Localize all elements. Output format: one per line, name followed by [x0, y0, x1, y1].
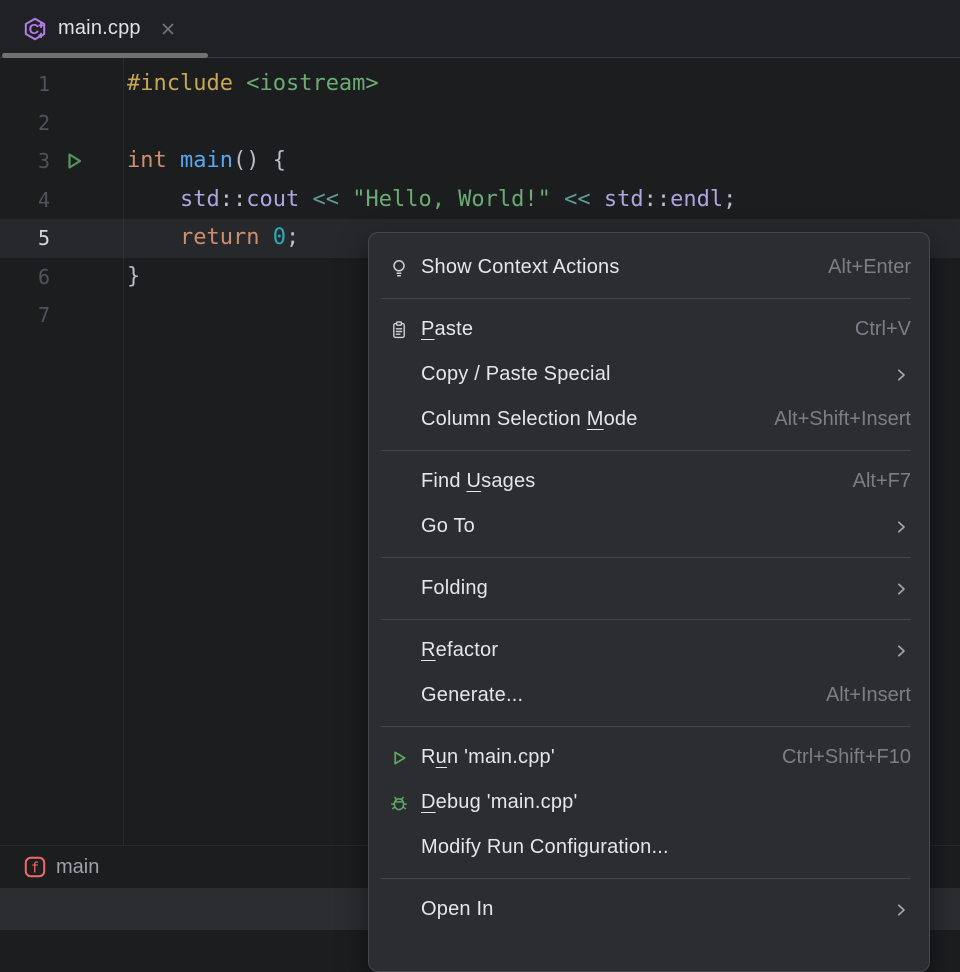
menu-icon-slot	[389, 900, 411, 920]
line-number: 4	[0, 188, 50, 212]
menu-icon-slot	[389, 365, 411, 385]
menu-item-refactor[interactable]: Refactor	[369, 628, 929, 673]
gutter-slot	[50, 149, 123, 173]
menu-item-label: Generate...	[421, 684, 523, 707]
menu-icon-slot	[389, 410, 411, 430]
editor-line-3[interactable]: 3 int main() {	[0, 142, 960, 181]
svg-text:C: C	[29, 22, 40, 38]
menu-shortcut: Ctrl+Shift+F10	[782, 746, 911, 769]
menu-icon-slot	[389, 641, 411, 661]
menu-item-label: Run 'main.cpp'	[421, 746, 555, 769]
menu-shortcut: Alt+Shift+Insert	[774, 408, 911, 431]
menu-icon-slot	[389, 517, 411, 537]
menu-separator	[381, 298, 911, 299]
menu-shortcut: Alt+F7	[853, 470, 911, 493]
run-icon	[389, 748, 411, 768]
menu-icon-slot	[389, 686, 411, 706]
menu-item-label: Find Usages	[421, 470, 536, 493]
menu-shortcut: Alt+Insert	[826, 684, 911, 707]
menu-item-folding[interactable]: Folding	[369, 566, 929, 611]
line-number: 7	[0, 303, 50, 327]
close-icon[interactable]	[159, 20, 177, 38]
code-text: }	[123, 258, 140, 297]
menu-item-column-selection-mode[interactable]: Column Selection Mode Alt+Shift+Insert	[369, 397, 929, 442]
menu-separator	[381, 557, 911, 558]
menu-item-modify-run-configuration[interactable]: Modify Run Configuration...	[369, 825, 929, 870]
menu-item-label: Refactor	[421, 639, 498, 662]
line-number: 6	[0, 265, 50, 289]
line-number: 2	[0, 111, 50, 135]
menu-shortcut: Ctrl+V	[855, 318, 911, 341]
chevron-right-icon	[891, 579, 911, 599]
menu-icon-slot	[389, 579, 411, 599]
menu-item-paste[interactable]: Paste Ctrl+V	[369, 307, 929, 352]
lightbulb-icon	[389, 258, 411, 278]
menu-item-copy-paste-special[interactable]: Copy / Paste Special	[369, 352, 929, 397]
menu-item-label: Go To	[421, 515, 475, 538]
menu-item-label: Show Context Actions	[421, 256, 620, 279]
line-number: 5	[0, 226, 50, 250]
line-number: 1	[0, 72, 50, 96]
chevron-right-icon	[891, 900, 911, 920]
line-number: 3	[0, 149, 50, 173]
context-menu: Show Context Actions Alt+Enter Paste Ctrl+V…	[368, 232, 930, 972]
menu-separator	[381, 726, 911, 727]
run-gutter-icon[interactable]	[62, 149, 86, 173]
clipboard-icon	[389, 320, 411, 340]
menu-item-open-in[interactable]: Open In	[369, 887, 929, 932]
menu-item-label: Folding	[421, 577, 488, 600]
menu-separator	[381, 450, 911, 451]
debug-icon	[389, 793, 411, 813]
tab-bar: C main.cpp	[0, 0, 960, 58]
chevron-right-icon	[891, 641, 911, 661]
menu-separator	[381, 878, 911, 879]
menu-shortcut: Alt+Enter	[828, 256, 911, 279]
menu-item-label: Debug 'main.cpp'	[421, 791, 578, 814]
editor-line-4[interactable]: 4 std::cout << "Hello, World!" << std::e…	[0, 181, 960, 220]
code-text: int main() {	[123, 142, 286, 181]
menu-item-show-context-actions[interactable]: Show Context Actions Alt+Enter	[369, 245, 929, 290]
menu-item-find-usages[interactable]: Find Usages Alt+F7	[369, 459, 929, 504]
code-text: std::cout << "Hello, World!" << std::end…	[123, 181, 736, 220]
cpp-file-icon: C	[22, 16, 48, 42]
menu-icon-slot	[389, 838, 411, 858]
menu-item-debug-main-cpp[interactable]: Debug 'main.cpp'	[369, 780, 929, 825]
editor-line-1[interactable]: 1 #include <iostream>	[0, 65, 960, 104]
menu-item-label: Copy / Paste Special	[421, 363, 611, 386]
function-icon: f	[24, 856, 46, 878]
menu-separator	[381, 619, 911, 620]
menu-item-generate[interactable]: Generate... Alt+Insert	[369, 673, 929, 718]
menu-item-run-main-cpp[interactable]: Run 'main.cpp' Ctrl+Shift+F10	[369, 735, 929, 780]
code-text: return 0;	[123, 219, 299, 258]
chevron-right-icon	[891, 517, 911, 537]
menu-item-label: Modify Run Configuration...	[421, 836, 669, 859]
tab-title: main.cpp	[58, 17, 141, 40]
code-text: #include <iostream>	[123, 65, 379, 104]
menu-icon-slot	[389, 472, 411, 492]
gutter-divider	[123, 58, 124, 845]
menu-item-label: Open In	[421, 898, 494, 921]
chevron-right-icon	[891, 365, 911, 385]
menu-item-label: Paste	[421, 318, 473, 341]
tab-main-cpp[interactable]: C main.cpp	[0, 0, 197, 57]
breadcrumb-item[interactable]: main	[56, 856, 99, 879]
menu-item-go-to[interactable]: Go To	[369, 504, 929, 549]
menu-item-label: Column Selection Mode	[421, 408, 638, 431]
svg-text:f: f	[31, 860, 39, 876]
editor-line-2[interactable]: 2	[0, 104, 960, 143]
